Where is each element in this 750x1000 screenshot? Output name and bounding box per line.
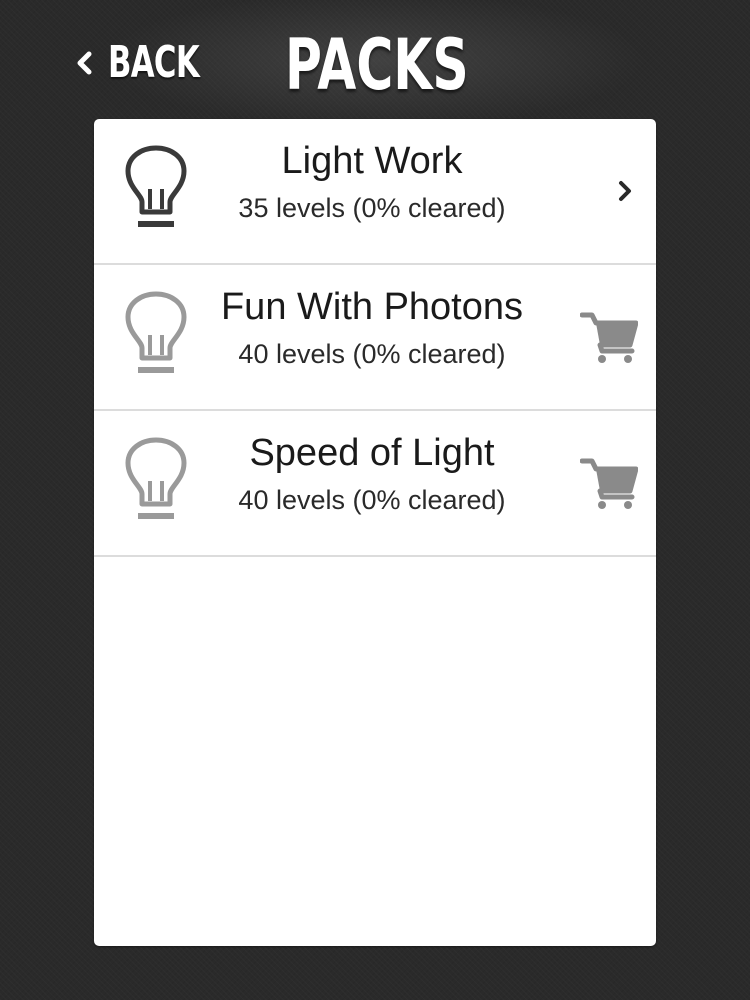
lightbulb-icon <box>125 291 187 373</box>
chevron-left-icon <box>77 51 92 75</box>
pack-row-speed-of-light[interactable]: Speed of Light 40 levels (0% cleared) <box>94 411 656 557</box>
pack-progress: 40 levels (0% cleared) <box>238 339 506 369</box>
chevron-right-icon <box>619 181 631 201</box>
pack-progress: 40 levels (0% cleared) <box>238 485 506 515</box>
cart-icon[interactable] <box>580 455 638 511</box>
lightbulb-icon <box>125 145 187 227</box>
pack-title: Speed of Light <box>249 432 495 474</box>
pack-progress: 35 levels (0% cleared) <box>238 193 506 223</box>
packs-list: Light Work 35 levels (0% cleared) Fun Wi… <box>94 119 656 946</box>
back-label: BACK <box>108 37 200 88</box>
cart-icon[interactable] <box>580 309 638 365</box>
lightbulb-icon <box>125 437 187 519</box>
pack-title: Light Work <box>281 140 463 182</box>
page-title: PACKS <box>285 24 469 106</box>
pack-row-fun-with-photons[interactable]: Fun With Photons 40 levels (0% cleared) <box>94 265 656 411</box>
pack-row-light-work[interactable]: Light Work 35 levels (0% cleared) <box>94 119 656 265</box>
back-button[interactable]: BACK <box>72 32 238 94</box>
pack-title: Fun With Photons <box>220 286 524 328</box>
